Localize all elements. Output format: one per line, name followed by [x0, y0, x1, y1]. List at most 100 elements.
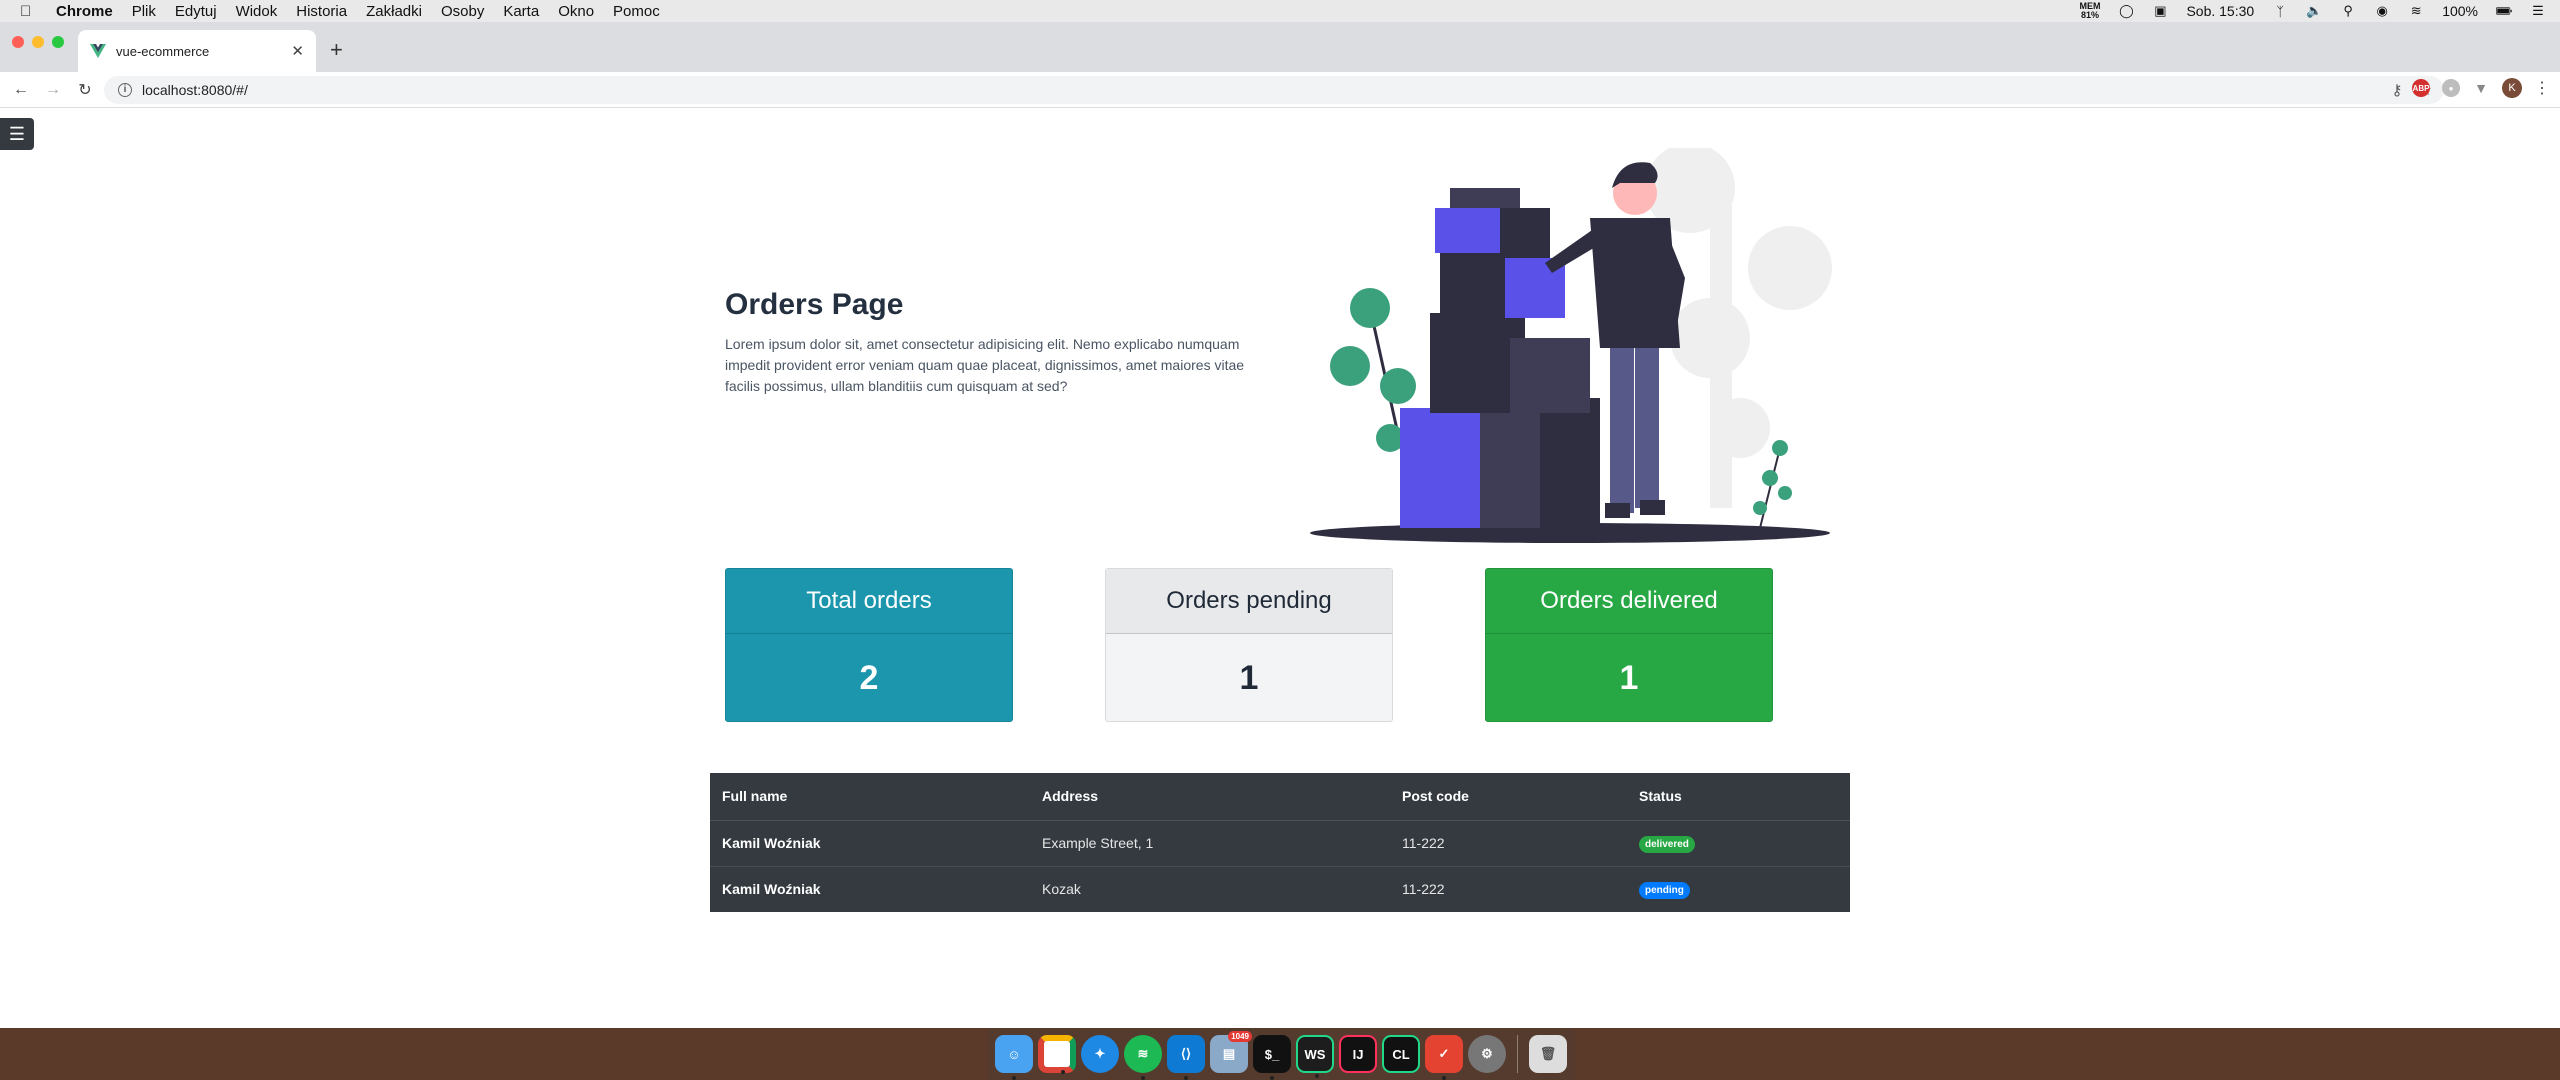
clion-icon[interactable]: CL — [1382, 1035, 1420, 1073]
tab-strip: vue-ecommerce ✕ + — [0, 22, 2560, 72]
order-full-name: Kamil Woźniak — [710, 819, 1030, 866]
order-post-code: 11-222 — [1390, 819, 1627, 866]
orders-pending-card: Orders pending 1 — [1105, 568, 1393, 722]
macos-dock: ☺ ✦ ≋ ⟨⟩ ▤ 1049 $_ WS IJ CL ✓ ⚙ 🗑 — [987, 1028, 1575, 1080]
wifi-icon[interactable]: ≋ — [2408, 3, 2424, 18]
site-info-icon[interactable]: i — [118, 83, 132, 97]
webstorm-icon[interactable]: WS — [1296, 1035, 1334, 1078]
forward-button[interactable]: → — [42, 81, 64, 99]
total-orders-value: 2 — [859, 659, 879, 697]
battery-percentage[interactable]: 100% — [2442, 3, 2478, 19]
menu-plik[interactable]: Plik — [132, 3, 156, 20]
preview-icon[interactable]: ▤ 1049 — [1210, 1031, 1252, 1073]
total-orders-label: Total orders — [726, 569, 1012, 634]
order-address: Example Street, 1 — [1030, 819, 1390, 866]
safari-icon[interactable]: ✦ — [1081, 1035, 1119, 1073]
reload-button[interactable]: ↻ — [74, 80, 96, 100]
menu-zakladki[interactable]: Zakładki — [366, 3, 422, 20]
memory-value: 81% — [2080, 10, 2099, 20]
total-orders-card: Total orders 2 — [725, 568, 1013, 722]
menu-edytuj[interactable]: Edytuj — [175, 3, 217, 20]
orders-pending-value: 1 — [1239, 659, 1259, 697]
order-status-cell: pending — [1627, 865, 1850, 912]
menu-osoby[interactable]: Osoby — [441, 3, 484, 20]
page-description: Lorem ipsum dolor sit, amet consectetur … — [725, 336, 1245, 394]
macos-menu-bar:  Chrome Plik Edytuj Widok Historia Zakł… — [0, 0, 2560, 22]
siri-icon[interactable]: ◉ — [2374, 3, 2390, 18]
sidebar-toggle-button[interactable]: ☰ — [0, 118, 34, 150]
chrome-menu-icon[interactable]: ⋮ — [2534, 78, 2550, 98]
menu-app-name[interactable]: Chrome — [56, 3, 113, 20]
zoom-window-button[interactable] — [52, 36, 64, 48]
preview-badge: 1049 — [1228, 1031, 1252, 1042]
apple-menu-icon[interactable]:  — [20, 3, 38, 20]
column-header-address: Address — [1030, 773, 1390, 821]
menu-historia[interactable]: Historia — [296, 3, 347, 20]
page-title: Orders Page — [725, 288, 904, 321]
chrome-window: vue-ecommerce ✕ + ← → ↻ i localhost:8080… — [0, 22, 2560, 1028]
todoist-icon[interactable]: ✓ — [1425, 1035, 1463, 1080]
chrome-icon[interactable] — [1038, 1035, 1076, 1074]
order-address: Kozak — [1030, 865, 1390, 912]
table-header-row: Full name Address Post code Status — [710, 773, 1850, 821]
vscode-icon[interactable]: ⟨⟩ — [1167, 1035, 1205, 1080]
dock-separator — [1517, 1035, 1518, 1073]
order-post-code: 11-222 — [1390, 865, 1627, 912]
menu-karta[interactable]: Karta — [503, 3, 539, 20]
terminal-icon[interactable]: $_ — [1253, 1035, 1291, 1080]
table-row[interactable]: Kamil Woźniak Kozak 11-222 pending — [710, 865, 1850, 912]
vue-logo-icon — [90, 44, 106, 58]
window-controls — [12, 36, 64, 48]
system-preferences-icon[interactable]: ⚙ — [1468, 1035, 1506, 1073]
orders-delivered-value: 1 — [1619, 659, 1639, 697]
order-full-name: Kamil Woźniak — [710, 865, 1030, 912]
back-button[interactable]: ← — [10, 81, 32, 99]
key-icon[interactable]: ⚷ — [2392, 81, 2403, 99]
extension-icon[interactable]: ● — [2442, 79, 2460, 97]
close-window-button[interactable] — [12, 36, 24, 48]
tab-title: vue-ecommerce — [116, 43, 210, 59]
browser-toolbar: ← → ↻ i localhost:8080/#/ ⚷ ☆ ABP ● ▼ K … — [0, 72, 2560, 108]
volume-icon[interactable]: 🔈 — [2306, 3, 2322, 18]
menu-bar-status-area: MEM 81% ◯ ▣ Sob. 15:30 ᛉ 🔈 ⚲ ◉ ≋ 100% ☰ — [2079, 0, 2546, 22]
battery-icon[interactable] — [2496, 4, 2512, 18]
hamburger-icon: ☰ — [8, 123, 26, 144]
status-badge: pending — [1639, 881, 1690, 899]
minimize-window-button[interactable] — [32, 36, 44, 48]
orders-table: Full name Address Post code Status Kamil… — [710, 773, 1850, 912]
extensions-area: ABP ● ▼ K ⋮ — [2412, 78, 2550, 98]
new-tab-button[interactable]: + — [330, 39, 343, 61]
column-header-post-code: Post code — [1390, 773, 1627, 821]
spotlight-search-icon[interactable]: ⚲ — [2340, 3, 2356, 18]
url-text[interactable]: localhost:8080/#/ — [142, 82, 248, 98]
orders-pending-label: Orders pending — [1106, 569, 1392, 634]
browser-tab[interactable]: vue-ecommerce ✕ — [78, 30, 316, 72]
notification-center-icon[interactable]: ☰ — [2530, 3, 2546, 18]
adblock-icon[interactable]: ABP — [2412, 79, 2430, 97]
orders-delivered-label: Orders delivered — [1486, 569, 1772, 634]
vue-devtools-icon[interactable]: ▼ — [2472, 79, 2490, 97]
orders-delivered-card: Orders delivered 1 — [1485, 568, 1773, 722]
menu-widok[interactable]: Widok — [236, 3, 278, 20]
trash-icon[interactable]: 🗑 — [1529, 1035, 1567, 1073]
close-tab-icon[interactable]: ✕ — [291, 42, 304, 60]
status-badge: delivered — [1639, 835, 1695, 853]
table-row[interactable]: Kamil Woźniak Example Street, 1 11-222 d… — [710, 819, 1850, 866]
clock[interactable]: Sob. 15:30 — [2186, 3, 2254, 19]
bluetooth-icon[interactable]: ᛉ — [2272, 4, 2288, 19]
finder-icon[interactable]: ☺ — [995, 1035, 1033, 1080]
address-bar[interactable]: i localhost:8080/#/ ⚷ ☆ — [104, 76, 2444, 104]
delivery-man-illustration — [1310, 148, 1832, 543]
vpn-icon[interactable]: ◯ — [2118, 3, 2134, 18]
memory-indicator[interactable]: MEM 81% — [2079, 2, 2100, 20]
order-status-cell: delivered — [1627, 819, 1850, 866]
column-header-status: Status — [1627, 773, 1850, 821]
column-header-full-name: Full name — [710, 773, 1030, 821]
menu-pomoc[interactable]: Pomoc — [613, 3, 660, 20]
menu-okno[interactable]: Okno — [558, 3, 594, 20]
web-page: ☰ Orders Page Lorem ipsum dolor sit, ame… — [0, 108, 2560, 1028]
profile-avatar[interactable]: K — [2502, 78, 2522, 98]
spotify-icon[interactable]: ≋ — [1124, 1035, 1162, 1080]
notes-icon[interactable]: ▣ — [2152, 3, 2168, 18]
intellij-icon[interactable]: IJ — [1339, 1035, 1377, 1073]
